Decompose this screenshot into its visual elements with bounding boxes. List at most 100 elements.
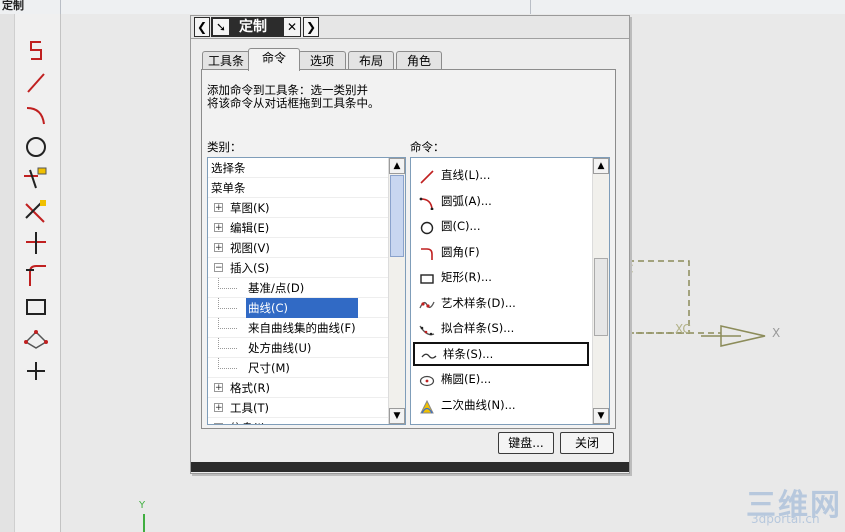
category-label-text: 来自曲线集的曲线(F) xyxy=(248,321,356,335)
quick-trim-icon xyxy=(25,200,46,223)
command-label-text: 直线(L)... xyxy=(441,168,491,182)
command-item[interactable]: 现有曲线(X) xyxy=(411,418,591,424)
dialog-resize-bar[interactable] xyxy=(191,462,629,472)
command-item[interactable]: 拟合样条(S)... xyxy=(411,316,591,340)
expand-icon[interactable]: + xyxy=(214,423,223,424)
command-item[interactable]: 艺术样条(D)... xyxy=(411,291,591,315)
category-label-text: 选择条 xyxy=(211,161,246,175)
next-button[interactable]: ❯ xyxy=(303,17,319,37)
scroll-up-arrow[interactable]: ▲ xyxy=(389,158,405,174)
corner-icon xyxy=(26,265,46,286)
category-item[interactable]: 菜单条 xyxy=(208,178,388,198)
category-scrollbar[interactable]: ▲ ▼ xyxy=(388,158,405,424)
tab-commands[interactable]: 命令 xyxy=(248,48,300,71)
window-title: 定制 xyxy=(2,0,24,12)
point-tool[interactable] xyxy=(22,358,50,384)
axis-x-label: X xyxy=(772,326,781,340)
expand-icon[interactable]: + xyxy=(214,383,223,393)
category-item[interactable]: + 工具(T) xyxy=(208,398,388,418)
axis-xc-label: XC xyxy=(675,322,691,336)
keyboard-button[interactable]: 键盘... xyxy=(498,432,554,454)
command-label-text: 现有曲线(X) xyxy=(441,418,504,424)
close-x-button[interactable]: ✕ xyxy=(283,17,301,37)
corner-tool[interactable] xyxy=(22,262,50,288)
category-item[interactable]: + 格式(R) xyxy=(208,378,388,398)
extend-tool[interactable] xyxy=(22,230,50,256)
tab-options[interactable]: 选项 xyxy=(298,51,346,70)
tab-layout[interactable]: 布局 xyxy=(348,51,394,70)
category-item[interactable]: 基准/点(D) xyxy=(208,278,388,298)
extend-icon xyxy=(26,232,46,254)
fit-spline-icon xyxy=(419,321,435,336)
arc-icon xyxy=(419,194,435,210)
command-item[interactable]: 矩形(R)... xyxy=(411,265,591,289)
axis-y-label: Y xyxy=(139,500,146,511)
category-label-text: 插入(S) xyxy=(230,261,270,275)
scroll-up-arrow[interactable]: ▲ xyxy=(593,158,609,174)
command-item[interactable]: 圆(C)... xyxy=(411,214,591,238)
trim-tool[interactable] xyxy=(22,166,50,192)
instruction-line: 将该命令从对话框拖到工具条中。 xyxy=(207,96,380,110)
category-label-text: 视图(V) xyxy=(230,241,270,255)
command-label-text: 拟合样条(S)... xyxy=(441,321,515,335)
pin-button[interactable]: ➘ xyxy=(212,18,230,36)
category-item[interactable]: 曲线(C) xyxy=(208,298,388,318)
tab-roles[interactable]: 角色 xyxy=(396,51,442,70)
circle-tool[interactable] xyxy=(22,134,50,160)
command-item[interactable]: 二次曲线(N)... xyxy=(411,393,591,417)
category-label-text: 处方曲线(U) xyxy=(248,341,312,355)
tree-guide xyxy=(218,298,237,309)
command-label-text: 椭圆(E)... xyxy=(441,372,492,386)
expand-icon[interactable]: + xyxy=(214,223,223,233)
dialog-titlebar[interactable]: ❮ ➘ 定制 ✕ ❯ xyxy=(191,16,629,39)
customize-dialog: ❮ ➘ 定制 ✕ ❯ 工具条 命令 选项 布局 角色 添加命令到工具条：选一类别… xyxy=(190,15,630,474)
category-item[interactable]: 选择条 xyxy=(208,158,388,178)
command-item[interactable]: 圆角(F) xyxy=(411,240,591,264)
category-label-text: 工具(T) xyxy=(230,401,269,415)
rectangle-tool[interactable] xyxy=(22,294,50,320)
previous-button[interactable]: ❮ xyxy=(194,17,210,37)
category-label-text: 编辑(E) xyxy=(230,221,270,235)
category-item[interactable]: − 插入(S) xyxy=(208,258,388,278)
commands-panel: 添加命令到工具条：选一类别并 将该命令从对话框拖到工具条中。 类别： 命令： 选… xyxy=(201,69,616,429)
category-item[interactable]: + 草图(K) xyxy=(208,198,388,218)
expand-icon[interactable]: + xyxy=(214,243,223,253)
scroll-down-arrow[interactable]: ▼ xyxy=(389,408,405,424)
category-label-text: 信息(I) xyxy=(230,418,265,424)
close-button[interactable]: 关闭 xyxy=(560,432,614,454)
command-label-text: 圆弧(A)... xyxy=(441,193,492,208)
tree-guide xyxy=(218,278,237,289)
category-item[interactable]: 来自曲线集的曲线(F) xyxy=(208,318,388,338)
expand-icon[interactable]: + xyxy=(214,203,223,213)
category-item[interactable]: + 信息(I) xyxy=(208,418,388,424)
category-label-text: 基准/点(D) xyxy=(248,281,305,295)
rectangle-icon xyxy=(26,299,46,315)
command-item[interactable]: 直线(L)... xyxy=(411,163,591,187)
command-list[interactable]: 直线(L)... 圆弧(A)... 圆(C)... 圆角(F) 矩形(R)... 艺术样条… xyxy=(410,157,610,425)
line-tool[interactable] xyxy=(22,70,50,96)
tab-toolbars[interactable]: 工具条 xyxy=(202,51,250,70)
category-item[interactable]: 尺寸(M) xyxy=(208,358,388,378)
category-item[interactable]: + 视图(V) xyxy=(208,238,388,258)
polygon-icon xyxy=(24,330,48,349)
category-label-text: 尺寸(M) xyxy=(248,361,290,375)
arc-tool[interactable] xyxy=(22,102,50,128)
expand-icon[interactable]: + xyxy=(214,403,223,413)
scroll-thumb[interactable] xyxy=(390,175,404,257)
category-item[interactable]: 处方曲线(U) xyxy=(208,338,388,358)
scroll-down-arrow[interactable]: ▼ xyxy=(593,408,609,424)
polygon-tool[interactable] xyxy=(22,326,50,352)
quick-trim-tool[interactable] xyxy=(22,198,50,224)
command-item[interactable]: 椭圆(E)... xyxy=(411,367,591,391)
scroll-thumb[interactable] xyxy=(594,258,608,336)
command-item[interactable]: 样条(S)... xyxy=(413,341,589,366)
tree-guide xyxy=(218,338,237,349)
command-scrollbar[interactable]: ▲ ▼ xyxy=(592,158,609,424)
command-item[interactable]: 圆弧(A)... xyxy=(411,189,591,213)
category-item[interactable]: + 编辑(E) xyxy=(208,218,388,238)
toolbar-grip[interactable] xyxy=(0,14,15,532)
category-list[interactable]: 选择条 菜单条 + 草图(K) + 编辑(E) + 视图(V) − 插入(S) 基准/点(D) 曲线(… xyxy=(207,157,406,425)
collapse-icon[interactable]: − xyxy=(214,263,223,273)
command-label-text: 圆(C)... xyxy=(441,219,481,233)
studio-spline-tool[interactable] xyxy=(22,38,50,64)
